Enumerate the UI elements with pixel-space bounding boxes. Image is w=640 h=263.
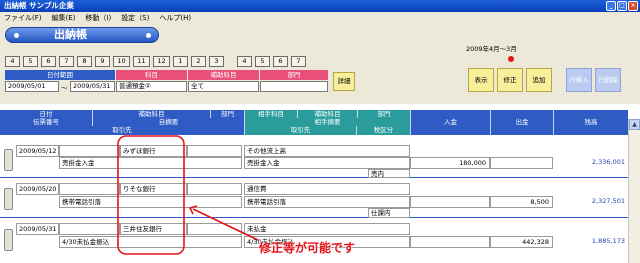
annotation-arrow [192, 208, 259, 241]
annotation-text: 修正等が可能です [259, 241, 356, 255]
annotation-overlay [117, 135, 259, 255]
highlight-box [117, 135, 185, 255]
